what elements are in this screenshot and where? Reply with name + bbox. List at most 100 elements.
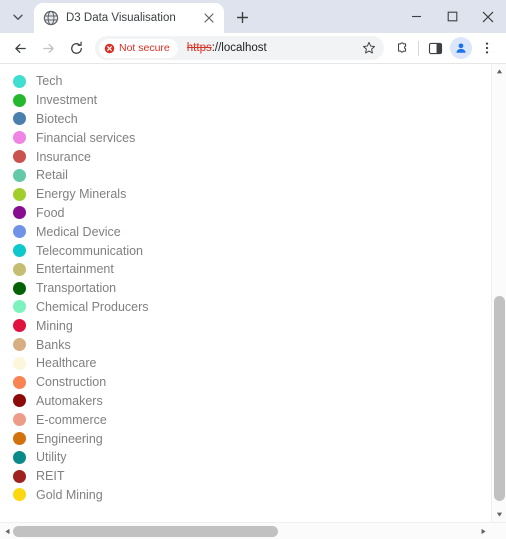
legend-item-label: Medical Device — [36, 224, 121, 239]
chevron-down-icon — [13, 14, 23, 20]
triangle-left-icon — [5, 528, 10, 535]
horizontal-scrollbar[interactable] — [0, 522, 506, 539]
legend-item[interactable]: Utility — [13, 448, 491, 467]
legend-item-label: Gold Mining — [36, 487, 103, 502]
globe-icon — [43, 10, 59, 26]
triangle-up-icon — [496, 69, 502, 74]
bookmark-star-icon[interactable] — [358, 37, 380, 59]
puzzle-icon — [398, 42, 407, 53]
avatar — [450, 37, 472, 59]
legend-item[interactable]: Energy Minerals — [13, 185, 491, 204]
legend-color-dot — [13, 168, 26, 182]
star-icon — [363, 41, 375, 54]
legend-color-dot — [13, 394, 26, 408]
legend-item-label: Tech — [36, 74, 63, 89]
scroll-up-button[interactable] — [492, 64, 506, 79]
legend-item-label: Telecommunication — [36, 243, 143, 258]
browser-toolbar: Not secure https://localhost — [0, 33, 506, 64]
legend-color-dot — [13, 338, 26, 352]
close-icon — [482, 11, 494, 22]
legend-color-dot — [13, 262, 26, 276]
legend-item-label: E-commerce — [36, 412, 107, 427]
profile-button[interactable] — [448, 35, 474, 61]
address-bar[interactable]: Not secure https://localhost — [95, 36, 384, 60]
triangle-down-icon — [496, 512, 503, 517]
legend-color-dot — [13, 488, 26, 502]
legend-item[interactable]: Medical Device — [13, 222, 491, 241]
url-text[interactable]: https://localhost — [187, 42, 267, 54]
legend-item[interactable]: Mining — [13, 316, 491, 335]
legend-color-dot — [13, 244, 26, 258]
maximize-button[interactable] — [434, 0, 470, 33]
vertical-scrollbar-thumb[interactable] — [494, 296, 505, 501]
close-window-button[interactable] — [470, 0, 506, 33]
legend-item-label: Construction — [36, 375, 107, 390]
back-button[interactable] — [6, 34, 34, 62]
horizontal-scrollbar-thumb[interactable] — [13, 526, 278, 537]
legend-item[interactable]: Gold Mining — [13, 486, 491, 505]
legend-item[interactable]: Insurance — [13, 147, 491, 166]
legend-item-label: Food — [36, 205, 65, 220]
legend-item[interactable]: Biotech — [13, 110, 491, 129]
scroll-right-button[interactable] — [476, 523, 491, 539]
legend-color-dot — [13, 150, 26, 164]
legend-item[interactable]: Entertainment — [13, 260, 491, 279]
not-secure-icon — [104, 43, 115, 53]
legend-item-label: Banks — [36, 337, 71, 352]
url-rest: ://localhost — [211, 42, 267, 54]
arrow-right-icon — [42, 43, 54, 53]
legend-color-dot — [13, 187, 26, 201]
extensions-button[interactable] — [389, 35, 415, 61]
legend-item[interactable]: Automakers — [13, 392, 491, 411]
legend-color-dot — [13, 281, 26, 295]
legend-color-dot — [13, 375, 26, 389]
legend-color-dot — [13, 131, 26, 145]
legend-item-label: Entertainment — [36, 262, 114, 277]
legend-item[interactable]: Construction — [13, 373, 491, 392]
legend-item[interactable]: Food — [13, 204, 491, 223]
legend-item[interactable]: Healthcare — [13, 354, 491, 373]
scroll-down-button[interactable] — [492, 507, 506, 522]
legend-item-label: Healthcare — [36, 356, 97, 371]
vertical-scrollbar[interactable] — [491, 64, 506, 522]
reload-button[interactable] — [62, 34, 90, 62]
legend-item[interactable]: Banks — [13, 335, 491, 354]
legend-item[interactable]: Transportation — [13, 279, 491, 298]
legend-item[interactable]: Engineering — [13, 429, 491, 448]
legend-color-dot — [13, 93, 26, 107]
tab-search-button[interactable] — [4, 3, 32, 31]
legend-item[interactable]: REIT — [13, 467, 491, 486]
legend-item-label: Energy Minerals — [36, 187, 127, 202]
legend-item-label: Insurance — [36, 149, 91, 164]
url-scheme: https — [186, 42, 212, 54]
forward-button[interactable] — [34, 34, 62, 62]
tab-d3-data-visualisation[interactable]: D3 Data Visualisation — [34, 3, 224, 33]
tab-strip: D3 Data Visualisation — [0, 0, 506, 33]
legend-item[interactable]: Retail — [13, 166, 491, 185]
legend-item[interactable]: Tech — [13, 72, 491, 91]
legend-color-dot — [13, 450, 26, 464]
chrome-menu-button[interactable] — [474, 35, 500, 61]
triangle-right-icon — [481, 528, 486, 535]
legend-item-label: Transportation — [36, 281, 117, 296]
new-tab-button[interactable] — [229, 4, 255, 30]
legend-item[interactable]: Financial services — [13, 128, 491, 147]
legend-item[interactable]: Investment — [13, 91, 491, 110]
legend-color-dot — [13, 319, 26, 333]
d3-legend: Tech Investment Biotech Financial services I… — [0, 64, 491, 504]
legend-color-dot — [13, 74, 26, 88]
toolbar-divider — [418, 40, 419, 56]
not-secure-badge[interactable]: Not secure — [99, 38, 178, 58]
legend-item-label: Automakers — [36, 393, 103, 408]
minimize-button[interactable] — [398, 0, 434, 33]
tab-close-button[interactable] — [200, 9, 218, 27]
side-panel-button[interactable] — [422, 35, 448, 61]
legend-item[interactable]: Chemical Producers — [13, 298, 491, 317]
arrow-left-icon — [14, 43, 26, 53]
window-controls — [398, 0, 506, 33]
close-icon — [204, 13, 214, 23]
not-secure-label: Not secure — [119, 42, 170, 54]
legend-item[interactable]: Telecommunication — [13, 241, 491, 260]
legend-item[interactable]: E-commerce — [13, 410, 491, 429]
legend-color-dot — [13, 300, 26, 314]
